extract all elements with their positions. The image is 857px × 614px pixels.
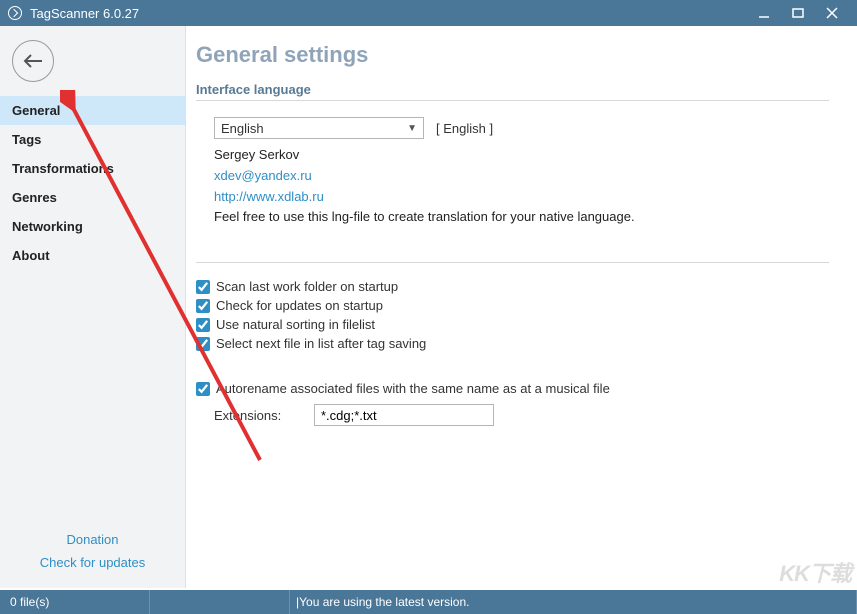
sidebar: General Tags Transformations Genres Netw…: [0, 26, 186, 588]
checkbox-scan-last[interactable]: [196, 280, 210, 294]
sidebar-item-transformations[interactable]: Transformations: [0, 154, 185, 183]
checkbox-label: Select next file in list after tag savin…: [216, 336, 426, 351]
titlebar: TagScanner 6.0.27: [0, 0, 857, 26]
minimize-button[interactable]: [747, 0, 781, 26]
sidebar-item-label: General: [12, 103, 60, 118]
checkbox-label: Use natural sorting in filelist: [216, 317, 375, 332]
checkbox-label: Scan last work folder on startup: [216, 279, 398, 294]
app-icon: [8, 6, 22, 20]
check-updates-link[interactable]: Check for updates: [0, 551, 185, 574]
extensions-input[interactable]: [314, 404, 494, 426]
main-panel: General settings Interface language Engl…: [186, 26, 857, 588]
maximize-button[interactable]: [781, 0, 815, 26]
checkbox-autorename[interactable]: [196, 382, 210, 396]
sidebar-item-networking[interactable]: Networking: [0, 212, 185, 241]
language-select[interactable]: English ▼: [214, 117, 424, 139]
extensions-label: Extensions:: [214, 408, 294, 423]
language-current-label: [ English ]: [436, 121, 493, 136]
sidebar-item-tags[interactable]: Tags: [0, 125, 185, 154]
status-version: | You are using the latest version.: [290, 590, 857, 614]
status-files: 0 file(s): [0, 590, 150, 614]
donation-link[interactable]: Donation: [0, 528, 185, 551]
sidebar-item-label: About: [12, 248, 50, 263]
sidebar-item-general[interactable]: General: [0, 96, 185, 125]
author-name: Sergey Serkov: [214, 145, 829, 166]
sidebar-item-label: Networking: [12, 219, 83, 234]
sidebar-item-label: Tags: [12, 132, 41, 147]
sidebar-item-label: Genres: [12, 190, 57, 205]
watermark: KK下载: [779, 556, 851, 588]
checkbox-check-updates[interactable]: [196, 299, 210, 313]
page-title: General settings: [196, 42, 829, 68]
author-website-link[interactable]: http://www.xdlab.ru: [214, 187, 829, 208]
back-button[interactable]: [12, 40, 54, 82]
sidebar-item-genres[interactable]: Genres: [0, 183, 185, 212]
checkbox-label: Autorename associated files with the sam…: [216, 381, 610, 396]
checkbox-label: Check for updates on startup: [216, 298, 383, 313]
window-title: TagScanner 6.0.27: [30, 6, 139, 21]
checkbox-natural-sort[interactable]: [196, 318, 210, 332]
sidebar-item-about[interactable]: About: [0, 241, 185, 270]
language-select-value: English: [221, 121, 264, 136]
section-interface-language: Interface language: [196, 82, 829, 101]
author-email-link[interactable]: xdev@yandex.ru: [214, 166, 829, 187]
lng-note: Feel free to use this lng-file to create…: [214, 207, 829, 228]
status-spacer: [150, 590, 290, 614]
divider: [196, 262, 829, 263]
sidebar-item-label: Transformations: [12, 161, 114, 176]
checkbox-select-next[interactable]: [196, 337, 210, 351]
statusbar: 0 file(s) | You are using the latest ver…: [0, 590, 857, 614]
chevron-down-icon: ▼: [407, 123, 417, 134]
close-button[interactable]: [815, 0, 849, 26]
